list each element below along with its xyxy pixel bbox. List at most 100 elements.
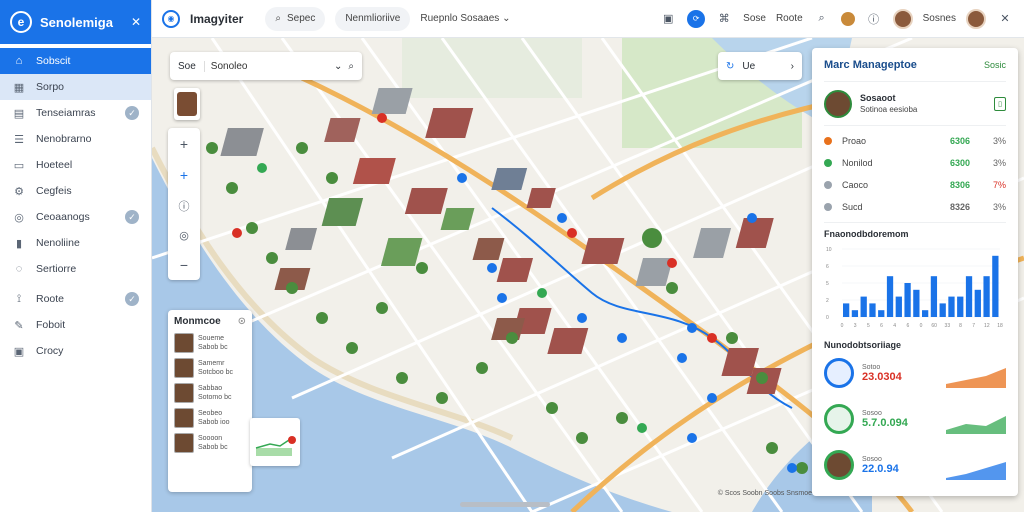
member-row[interactable]: Soooon Sabob bc [174,433,246,453]
bar[interactable] [965,276,973,317]
panel-action-link[interactable]: Sosic [984,60,1006,70]
user-name[interactable]: Sosnes [923,13,956,24]
bar[interactable] [904,283,911,317]
topbar-link-roote[interactable]: Roote [776,13,803,24]
bar[interactable] [886,276,894,317]
user-avatar-secondary[interactable] [966,8,986,29]
member-line1: Sabbao [198,385,223,392]
member-row[interactable]: Sabbao Sotomo bc [174,383,246,403]
sidebar-item-11[interactable]: ▣ Crocy [0,338,151,364]
bar[interactable] [878,310,885,317]
route-control[interactable]: ↻ Ue › [718,52,802,80]
sidebar-item-9[interactable]: ⟟ Roote ✓ [0,286,151,312]
layers-dropdown[interactable]: Ruepnlo Sosaaes ⌄ [420,13,510,24]
kpi-row[interactable]: Sosoo 5.7.0.094 [824,396,1006,442]
kpi-section-title: Nunodobtsoriiage [824,340,901,350]
stat-row[interactable]: Sucd 8326 3% [824,196,1006,218]
search-icon[interactable]: ⌕ [348,61,354,72]
calendar-icon: ▭ [13,159,25,172]
close-icon[interactable]: ⊙ [238,316,246,327]
bar-chart-title: Fnaonodbdoremom [824,229,909,239]
bar[interactable] [930,276,938,317]
window-icon[interactable]: ▣ [659,10,677,28]
x-tick-label: 33 [945,323,951,329]
chart-icon: ▮ [15,237,23,250]
bar[interactable] [913,289,920,317]
kpi-area [946,416,1006,434]
stat-row[interactable]: Caoco 8306 7% [824,174,1006,196]
sidebar-item-7[interactable]: ▮ Nenoliine [0,230,151,256]
topbar-link-sose[interactable]: Sose [743,13,766,24]
sidebar-item-label: Roote [36,293,65,305]
member-row[interactable]: Soueme Sabob bc [174,333,246,353]
sidebar-item-5[interactable]: ⚙ Cegfeis [0,178,151,204]
sidebar-item-label: Crocy [36,345,64,357]
bar[interactable] [860,296,867,317]
sidebar-item-10[interactable]: ✎ Foboit [0,312,151,338]
sidebar-item-4[interactable]: ▭ Hoeteel [0,152,151,178]
sidebar-item-1[interactable]: ▦ Sorpo [0,74,151,100]
sidebar-item-label: Foboit [36,319,66,331]
user-card[interactable]: Sosaoot Sotinoa eesioba ▯ [824,82,1006,126]
kpi-row[interactable]: Sotoo 23.0304 [824,350,1006,396]
bar[interactable] [992,255,999,317]
stat-row[interactable]: Proao 6306 3% [824,130,1006,152]
search-scope-select[interactable]: Soe [178,60,205,72]
route-refresh-icon[interactable]: ↻ [726,61,734,72]
bar[interactable] [974,289,981,317]
close-icon[interactable]: ✕ [131,15,141,29]
puzzle-icon[interactable]: ⌘ [715,10,733,28]
bar[interactable] [843,303,850,317]
member-line1: Seobeo [198,410,223,417]
bar[interactable] [922,310,929,317]
home-icon: ⌂ [15,55,23,67]
zoom-out-icon[interactable]: − [180,257,188,273]
sidebar-item-6[interactable]: ◎ Ceoaanogs ✓ [0,204,151,230]
member-text: Seobeo Sabob ioo [198,409,230,427]
sidebar-item-0[interactable]: ⌂ Sobscit [0,48,151,74]
sidebar-item-8[interactable]: ◌ Sertiorre [0,256,151,282]
gear-icon: ⚙ [14,185,24,198]
map-user-avatar[interactable] [174,88,200,120]
stat-label: Nonilod [842,158,873,168]
kpi-row[interactable]: Sosoo 22.0.94 [824,442,1006,488]
bar[interactable] [948,296,955,317]
chevron-right-icon[interactable]: › [791,61,794,72]
close-icon[interactable]: ✕ [996,10,1014,28]
sidebar-item-3[interactable]: ☰ Nenobrarno [0,126,151,152]
zoom-in-icon[interactable]: + [180,136,188,152]
app-logo-icon: e [10,11,32,33]
bar[interactable] [983,276,990,317]
timer-icon [824,404,854,434]
nav-pill[interactable]: Nenmlioriive [335,6,411,31]
bar[interactable] [939,303,946,317]
user-photo-icon [824,89,852,118]
map-search-box[interactable]: Soe Sonoleo ⌄ ⌕ [170,52,362,80]
stat-row[interactable]: Nonilod 6300 3% [824,152,1006,174]
stat-value: 8326 [949,202,970,212]
map-scrollbar[interactable] [460,502,550,507]
search-icon[interactable]: ⌕ [813,10,831,28]
user-avatar[interactable] [892,8,913,29]
emoji-avatar[interactable] [840,11,855,26]
target-icon[interactable]: ◎ [179,229,189,242]
map-search-input[interactable]: Sonoleo [211,61,328,72]
members-header: Monmcoe ⊙ [174,316,246,327]
chevron-down-icon[interactable]: ⌄ [334,61,342,72]
sidebar-item-2[interactable]: ▤ Tenseiamras ✓ [0,100,151,126]
info-icon[interactable]: ⓘ [865,10,883,28]
bar[interactable] [851,310,859,317]
add-pin-icon[interactable]: + [180,167,188,183]
member-row[interactable]: Seobeo Sabob ioo [174,408,246,428]
kpi-label: Sosoo [862,455,882,463]
bar[interactable] [895,296,902,317]
x-tick-label: 5 [867,323,870,329]
info-icon[interactable]: ⓘ [179,198,190,214]
bar[interactable] [869,303,876,317]
search-pill[interactable]: ⌕ Sepec [265,6,326,31]
sync-icon[interactable]: ⟳ [687,9,706,28]
stat-percent: 3% [992,158,1006,168]
member-row[interactable]: Samemr Sotcboo bc [174,358,246,378]
kpi-value: 22.0.94 [862,462,899,475]
bar[interactable] [957,296,964,317]
